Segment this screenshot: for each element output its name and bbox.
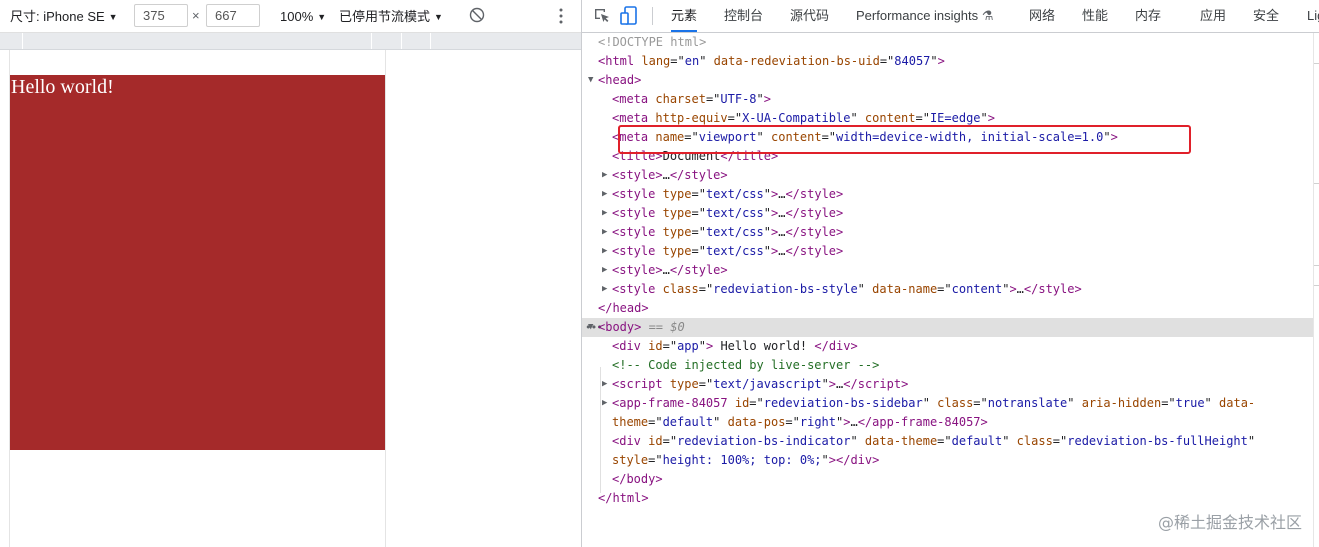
dom-node-line[interactable]: ▶ <style type="text/css">…</style> [582, 185, 1313, 204]
watermark: @稀土掘金技术社区 [1157, 513, 1302, 532]
emulated-viewport: Hello world! [9, 50, 386, 547]
comment-line[interactable]: <!-- Code injected by live-server --> [582, 356, 1313, 375]
devtools-tab[interactable]: Lig [1307, 0, 1319, 32]
dom-node-code: <script type="text/javascript">…</script… [612, 377, 909, 391]
head-close-line[interactable]: </head> [582, 299, 1313, 318]
device-toolbar-toggle-icon[interactable] [620, 6, 638, 26]
dom-node-line[interactable]: ▶ <script type="text/javascript">…</scrip… [582, 375, 1313, 394]
collapsed-triangle-icon[interactable]: ▶ [602, 166, 607, 185]
collapsed-triangle-icon[interactable]: ▶ [602, 242, 607, 261]
devtools-tabbar: 元素 控制台 源代码 Performance insights ⚗ 网络 性能 内存 应用 安全… [582, 0, 1319, 33]
experiment-icon: ⚗ [978, 8, 994, 23]
zoom-dropdown[interactable]: 100% ▼ [280, 8, 326, 26]
devtools-tab[interactable]: 元素 [671, 0, 698, 32]
body-close-line[interactable]: </body> [582, 470, 1313, 489]
devtools-tab-label: 性能 [1082, 8, 1109, 23]
devtools-tab-label: 源代码 [790, 8, 830, 23]
collapsed-triangle-icon[interactable]: ▶ [602, 375, 607, 394]
dom-node-line[interactable]: ▶ <style>…</style> [582, 261, 1313, 280]
devtools-tab[interactable]: 网络 [1029, 0, 1055, 32]
viewport-meta-highlight [618, 125, 1191, 154]
collapsed-triangle-icon[interactable]: ▶ [602, 394, 607, 413]
collapsed-triangle-icon[interactable]: ▶ [602, 185, 607, 204]
dom-node-line[interactable]: ▶ <style type="text/css">…</style> [582, 223, 1313, 242]
device-dimensions-dropdown[interactable]: 尺寸: iPhone SE ▼ [10, 8, 118, 26]
html-node-line[interactable]: <html lang="en" data-redeviation-bs-uid=… [582, 52, 1313, 71]
dimension-separator: × [192, 8, 200, 23]
dom-node-code: </head> [598, 301, 649, 315]
expanded-triangle-icon[interactable]: ▼ [588, 71, 593, 90]
media-query-ruler [0, 33, 581, 50]
viewport-width-input[interactable]: 375 [134, 4, 188, 27]
head-node-line[interactable]: ▼ <head> [582, 71, 1313, 90]
dom-node-line[interactable]: <meta charset="UTF-8"> [582, 90, 1313, 109]
dom-node-code: <body> == $0 [598, 320, 685, 334]
devtools-tab-label: 应用 [1200, 8, 1227, 23]
device-dimensions-label: 尺寸: iPhone SE [10, 9, 105, 24]
collapsed-triangle-icon[interactable]: ▶ [602, 280, 607, 299]
dom-node-code: <app-frame-84057 id="redeviation-bs-side… [612, 396, 1256, 429]
devtools-tab-label: 内存 [1135, 8, 1162, 23]
devtools-tab[interactable]: 安全 [1253, 0, 1279, 32]
throttling-dropdown[interactable]: 已停用节流模式 ▼ [339, 8, 443, 26]
collapsed-triangle-icon[interactable]: ▶ [602, 261, 607, 280]
dom-node-code: <style class="redeviation-bs-style" data… [612, 282, 1082, 296]
tabbar-separator [652, 7, 653, 25]
dom-node-code: <!-- Code injected by live-server --> [612, 358, 880, 372]
html-close-line[interactable]: </html> [582, 489, 1313, 508]
device-toolbar: 尺寸: iPhone SE ▼ 375 × 667 100% ▼ 已停用节流模式 ▼ [0, 0, 581, 33]
devtools-tab[interactable]: 内存 [1135, 0, 1161, 32]
dom-node-code: <head> [598, 73, 642, 87]
dom-node-code: <meta charset="UTF-8"> [612, 92, 771, 106]
dom-node-code: <style>…</style> [612, 263, 728, 277]
more-options-icon[interactable] [556, 7, 566, 25]
scrollbar[interactable] [1313, 33, 1319, 547]
dom-node-code: <div id="app"> Hello world! </div> [612, 339, 858, 353]
elements-tree: <!DOCTYPE html> <html lang="en" data-rede… [582, 33, 1313, 547]
dom-node-code: <style type="text/css">…</style> [612, 206, 844, 220]
inspect-element-icon[interactable] [593, 7, 611, 25]
doctype-line[interactable]: <!DOCTYPE html> [582, 33, 1313, 52]
devtools-tab[interactable]: Performance insights ⚗ [856, 0, 993, 32]
devtools-tab-label: 控制台 [724, 8, 764, 23]
zoom-label: 100% [280, 9, 314, 24]
collapsed-triangle-icon[interactable]: ▶ [602, 223, 607, 242]
devtools-tab-label: 安全 [1253, 8, 1280, 23]
body-node-line[interactable]: ▼ ••• <body> == $0 [582, 318, 1313, 337]
dom-node-code: <style type="text/css">…</style> [612, 244, 844, 258]
devtools-tab-label: 网络 [1029, 8, 1056, 23]
chevron-down-icon: ▼ [434, 12, 443, 22]
dom-node-line[interactable]: ▶ <style type="text/css">…</style> [582, 242, 1313, 261]
dom-node-line[interactable]: ▶ <style type="text/css">…</style> [582, 204, 1313, 223]
viewport-height-input[interactable]: 667 [206, 4, 260, 27]
chevron-down-icon: ▼ [317, 12, 327, 22]
devtools-tab-label: 元素 [671, 8, 698, 23]
devtools-tab[interactable]: 应用 [1200, 0, 1226, 32]
dom-node-line[interactable]: ▶ <style>…</style> [582, 166, 1313, 185]
collapsed-triangle-icon[interactable]: ▶ [602, 204, 607, 223]
devtools-panel: 元素 控制台 源代码 Performance insights ⚗ 网络 性能 内存 应用 安全… [582, 0, 1319, 547]
dom-node-code: <!DOCTYPE html> [598, 35, 707, 49]
app-div: Hello world! [10, 75, 385, 450]
throttling-label: 已停用节流模式 [339, 9, 431, 24]
indicator-node-line[interactable]: <div id="redeviation-bs-indicator" data-… [582, 432, 1313, 470]
rotate-icon[interactable] [469, 7, 485, 23]
chevron-down-icon: ▼ [108, 12, 118, 22]
dom-node-code: <html lang="en" data-redeviation-bs-uid=… [598, 54, 945, 68]
device-emulation-pane: 尺寸: iPhone SE ▼ 375 × 667 100% ▼ 已停用节流模式 ▼ … [0, 0, 581, 547]
devtools-tab[interactable]: 性能 [1082, 0, 1108, 32]
devtools-tab[interactable]: 源代码 [790, 0, 829, 32]
devtools-tab-label: Lig [1307, 8, 1319, 23]
app-frame-node-line[interactable]: ▶ <app-frame-84057 id="redeviation-bs-sid… [582, 394, 1313, 432]
devtools-tab[interactable]: 控制台 [724, 0, 763, 32]
dom-node-code: <style>…</style> [612, 168, 728, 182]
dom-node-code: <style type="text/css">…</style> [612, 187, 844, 201]
devtools-tab-label: Performance insights [856, 8, 979, 23]
dom-node-code: </body> [612, 472, 663, 486]
dom-node-code: <div id="redeviation-bs-indicator" data-… [612, 434, 1256, 467]
dom-node-code: </html> [598, 491, 649, 505]
dom-node-line[interactable]: <div id="app"> Hello world! </div> [582, 337, 1313, 356]
dom-node-code: <style type="text/css">…</style> [612, 225, 844, 239]
dom-node-line[interactable]: ▶ <style class="redeviation-bs-style" dat… [582, 280, 1313, 299]
